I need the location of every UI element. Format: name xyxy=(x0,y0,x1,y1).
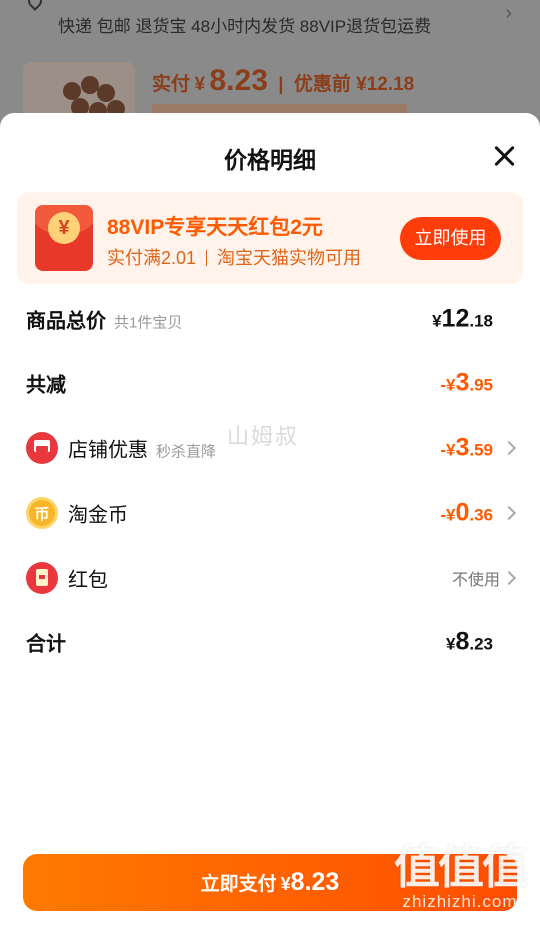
sheet-title: 价格明细 xyxy=(224,147,316,173)
row-amount: ¥12.18 xyxy=(432,304,493,333)
gold-coin-icon: 币 xyxy=(26,497,58,529)
row-amount: -¥3.59 xyxy=(440,433,493,462)
shop-icon xyxy=(26,432,58,464)
brand-logo: 值值值 xyxy=(394,841,528,893)
row-label: 共减 xyxy=(26,374,66,397)
row-label: 商品总价 xyxy=(26,310,106,333)
brand-site: zhizhizhi.com xyxy=(402,892,518,911)
service-tags: 快递 包邮 退货宝 48小时内发货 88VIP退货包运费 xyxy=(58,17,432,36)
use-now-button[interactable]: 立即使用 xyxy=(400,217,501,260)
chevron-right-icon xyxy=(501,440,517,456)
red-packet-icon xyxy=(26,562,58,594)
promo-title: 88VIP专享天天红包2元 xyxy=(107,216,323,239)
row-label: 店铺优惠 xyxy=(68,439,148,462)
red-envelope-icon: ¥ xyxy=(35,205,93,271)
row-label: 红包 xyxy=(68,569,108,592)
background-page: 快递 包邮 退货宝 48小时内发货 88VIP退货包运费 › 实付 ¥ 8.23… xyxy=(0,0,540,132)
row-amount: -¥0.36 xyxy=(440,498,493,527)
row-label: 淘金币 xyxy=(68,504,128,527)
row-status: 不使用 xyxy=(451,572,500,589)
background-price: 实付 ¥ 8.23 | 优惠前 ¥12.18 xyxy=(152,64,415,97)
row-red-packet[interactable]: 红包 不使用 xyxy=(0,558,540,598)
row-label: 合计 xyxy=(26,633,66,656)
chevron-right-icon xyxy=(501,505,517,521)
row-sub: 共1件宝贝 xyxy=(114,314,183,332)
location-pin-icon xyxy=(25,0,45,11)
chevron-right-icon xyxy=(501,570,517,586)
row-amount: -¥3.95 xyxy=(440,368,493,397)
chevron-right-icon: › xyxy=(505,2,512,24)
row-taojinbi[interactable]: 币 淘金币 -¥0.36 xyxy=(0,493,540,533)
brand-watermark: 值值值 zhizhizhi.com xyxy=(394,841,528,912)
row-grand-total: 合计 ¥8.23 xyxy=(0,622,540,662)
row-goods-total: 商品总价 共1件宝贝 ¥12.18 xyxy=(0,299,540,339)
vip-red-packet-promo: ¥ 88VIP专享天天红包2元 实付满2.01 淘宝天猫实物可用 立即使用 xyxy=(17,192,523,284)
watermark: 山姆叔 xyxy=(227,424,300,449)
row-amount: ¥8.23 xyxy=(445,627,493,656)
row-total-discount: 共减 -¥3.95 xyxy=(0,363,540,403)
close-icon[interactable] xyxy=(492,143,518,169)
promo-subtitle: 实付满2.01 淘宝天猫实物可用 xyxy=(107,248,362,268)
row-sub: 秒杀直降 xyxy=(156,443,217,461)
price-detail-sheet: 价格明细 ¥ 88VIP专享天天红包2元 实付满2.01 淘宝天猫实物可用 立即使… xyxy=(0,113,540,935)
